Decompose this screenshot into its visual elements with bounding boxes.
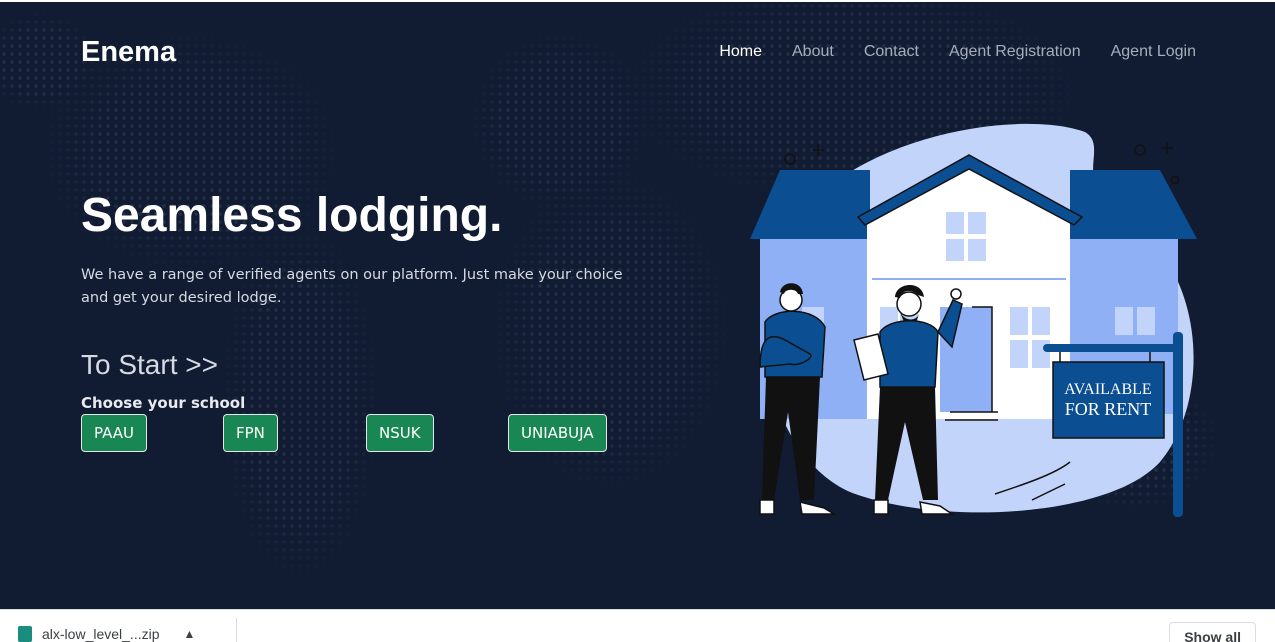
brand-logo[interactable]: Enema <box>81 36 176 69</box>
nav-contact[interactable]: Contact <box>864 43 919 61</box>
sparkle-star <box>1161 142 1173 154</box>
chevron-up-icon[interactable]: ▲ <box>184 627 196 641</box>
show-all-button[interactable]: Show all <box>1169 622 1256 642</box>
sparkle-star <box>812 144 824 156</box>
to-start-heading: To Start >> <box>81 349 218 380</box>
school-button-uniabuja[interactable]: UNIABUJA <box>508 414 607 452</box>
sparkle-circle <box>1170 175 1180 185</box>
nav-agent-login[interactable]: Agent Login <box>1111 43 1196 61</box>
download-bar: alx-low_level_...zip ▲ Show all <box>0 609 1275 642</box>
nav-agent-registration[interactable]: Agent Registration <box>949 43 1081 61</box>
nav-home[interactable]: Home <box>719 43 762 61</box>
choose-school-label: Choose your school <box>81 394 246 412</box>
sparkle-circle <box>1134 144 1146 156</box>
download-item[interactable]: alx-low_level_...zip ▲ <box>18 626 195 642</box>
sign-arm <box>1043 344 1181 352</box>
hero-subtitle: We have a range of verified agents on ou… <box>81 267 623 306</box>
main-nav: Home About Contact Agent Registration Ag… <box>719 43 1196 61</box>
landing-page: Enema Home About Contact Agent Registrat… <box>0 2 1275 609</box>
sparkle-circle <box>784 153 796 165</box>
zip-file-icon <box>18 626 32 642</box>
school-button-paau[interactable]: PAAU <box>81 414 148 452</box>
sign-post <box>1173 332 1183 517</box>
school-button-nsuk[interactable]: NSUK <box>366 414 434 452</box>
hero-title: Seamless lodging. <box>81 189 503 242</box>
download-divider <box>236 618 237 642</box>
download-file-name: alx-low_level_...zip <box>42 626 160 642</box>
sign-text-line1: AVAILABLE <box>1064 381 1151 398</box>
school-button-fpn[interactable]: FPN <box>223 414 278 452</box>
house-for-rent-illustration: AVAILABLE FOR RENT <box>750 123 1197 517</box>
left-roof <box>750 170 870 239</box>
nav-about[interactable]: About <box>792 43 834 61</box>
sign-text-line2: FOR RENT <box>1065 399 1152 419</box>
